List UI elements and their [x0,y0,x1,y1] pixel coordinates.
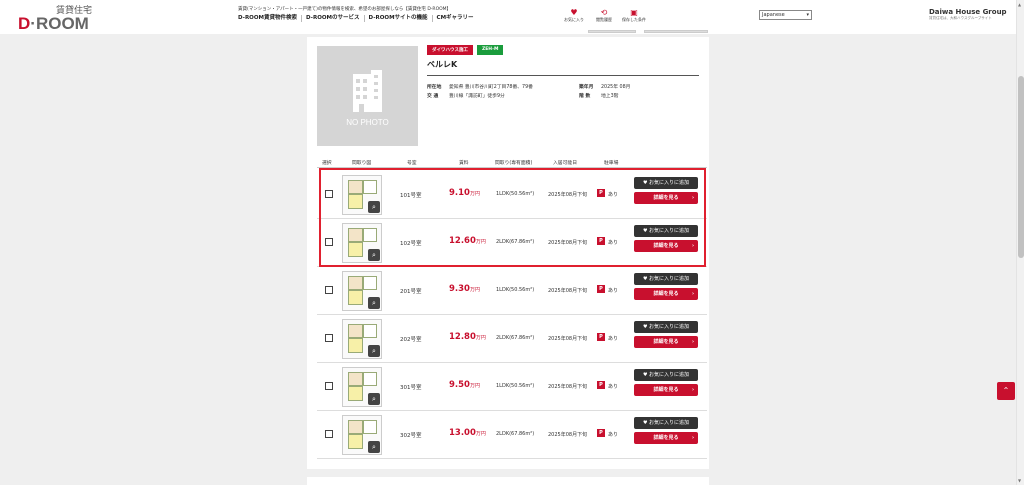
chevron-up-icon: ⌃ [1002,386,1010,395]
parking-icon: P [597,429,605,437]
saved-search-link[interactable]: ▣ 保存した条件 [620,8,648,23]
table-header: 選択 間取り図 号室 賃料 間取り(専有面積) 入居可能日 駐車場 [317,156,707,168]
chevron-right-icon: › [691,387,694,393]
room-number: 302号室 [400,433,422,439]
logo-d: D [18,14,31,33]
layout-area: 2LDK(67.86m²) [496,335,535,341]
site-header: 賃貸住宅 D·ROOM 賃貸(マンション・アパート・一戸建て)の物件情報を検索、… [0,0,1016,34]
move-in-date: 2025年08月下旬 [548,288,588,294]
view-details-button[interactable]: 詳細を見る › [634,336,698,348]
top-button-right[interactable] [644,30,708,33]
room-number: 301号室 [400,385,422,391]
layout-area: 1LDK(50.56m²) [496,383,535,389]
rent-price: 13.00万円 [449,428,486,438]
property-photo: NO PHOTO [317,46,418,146]
zoom-icon[interactable]: ⌕ [368,297,380,309]
row-checkbox[interactable] [325,382,333,390]
heart-icon: ♥ [570,8,578,17]
floors-info: 階 数地上3階 [579,94,619,99]
property-name: ベルレK [427,60,458,69]
parking-status: あり [608,384,619,390]
zoom-icon[interactable]: ⌕ [368,345,380,357]
move-in-date: 2025年08月下旬 [548,336,588,342]
daiwa-house-logo[interactable]: Daiwa House Group 賃貸住宅は、大和ハウスグループサイト [929,8,1007,21]
favorites-link[interactable]: ♥ お気に入り [560,8,588,23]
view-details-button[interactable]: 詳細を見る › [634,384,698,396]
droom-logo[interactable]: 賃貸住宅 D·ROOM [18,3,114,35]
add-favorite-button[interactable]: ♥ お気に入りに追加 [634,321,698,333]
layout-area: 1LDK(50.56m²) [496,287,535,293]
parking-icon: P [597,381,605,389]
table-row: ⌕ 302号室 13.00万円 2LDK(67.86m²) 2025年08月下旬 P あり ♥… [317,411,707,459]
header-icons: ♥ お気に入り ⟲ 閲覧履歴 ▣ 保存した条件 [560,8,650,23]
table-row: ⌕ 201号室 9.30万円 1LDK(50.56m²) 2025年08月下旬 P あり ♥ … [317,267,707,315]
page-top-button[interactable]: ⌃ [997,382,1015,400]
nav-cm-gallery[interactable]: CMギャラリー [433,15,478,22]
site-tagline: 賃貸(マンション・アパート・一戸建て)の物件情報を検索、希望のお部屋探しなら【賃… [238,7,452,12]
rent-price: 9.30万円 [449,284,480,294]
language-select[interactable]: Japanese ▾ [759,10,812,20]
chevron-right-icon: › [691,435,694,441]
row-checkbox[interactable] [325,430,333,438]
title-divider [427,75,699,76]
main-nav: D-ROOM賃貸物件検索 D-ROOMのサービス D-ROOMサイトの機能 CM… [238,15,478,22]
next-property-card [307,477,709,485]
no-photo-label: NO PHOTO [346,118,389,127]
floorplan-thumbnail[interactable]: ⌕ [342,415,382,455]
badge-daiwa-build: ダイワハウス施工 [427,45,473,55]
scroll-up-icon[interactable]: ▲ [1018,2,1021,7]
table-row: ⌕ 301号室 9.50万円 1LDK(50.56m²) 2025年08月下旬 P あり ♥ … [317,363,707,411]
nav-search[interactable]: D-ROOM賃貸物件検索 [238,15,303,22]
access-info: 交 通豊川線「諏訪町」徒歩9分 [427,94,505,99]
add-favorite-button[interactable]: ♥ お気に入りに追加 [634,273,698,285]
page-scrollbar[interactable]: ▲ ▼ [1016,0,1024,485]
floorplan-thumbnail[interactable]: ⌕ [342,271,382,311]
zoom-icon[interactable]: ⌕ [368,441,380,453]
row-checkbox[interactable] [325,334,333,342]
built-info: 築年月 2025年 08月 [579,85,631,90]
room-number: 202号室 [400,337,422,343]
parking-status: あり [608,336,619,342]
building-icon [353,70,382,112]
layout-area: 2LDK(67.86m²) [496,431,535,437]
top-button-left[interactable] [588,30,636,33]
floorplan-thumbnail[interactable]: ⌕ [342,319,382,359]
add-favorite-button[interactable]: ♥ お気に入りに追加 [634,417,698,429]
logo-room: ·ROOM [30,14,89,33]
add-favorite-button[interactable]: ♥ お気に入りに追加 [634,369,698,381]
parking-icon: P [597,285,605,293]
floorplan-thumbnail[interactable]: ⌕ [342,367,382,407]
move-in-date: 2025年08月下旬 [548,384,588,390]
selection-highlight [319,168,706,267]
parking-status: あり [608,432,619,438]
nav-features[interactable]: D-ROOMサイトの機能 [365,15,433,22]
rent-price: 12.80万円 [449,332,486,342]
view-details-button[interactable]: 詳細を見る › [634,432,698,444]
history-icon: ⟲ [600,8,608,17]
zoom-icon[interactable]: ⌕ [368,393,380,405]
history-link[interactable]: ⟲ 閲覧履歴 [590,8,618,23]
view-details-button[interactable]: 詳細を見る › [634,288,698,300]
address-info: 所在地 愛知県 豊川市谷川町2丁目78番、79番 [427,85,533,90]
scrollbar-thumb[interactable] [1018,76,1024,258]
rent-price: 9.50万円 [449,380,480,390]
saved-search-icon: ▣ [630,8,638,17]
chevron-down-icon: ▾ [806,12,809,18]
move-in-date: 2025年08月下旬 [548,432,588,438]
chevron-right-icon: › [691,339,694,345]
property-badges: ダイワハウス施工 ZEH-M [427,45,507,55]
nav-services[interactable]: D-ROOMのサービス [302,15,365,22]
parking-icon: P [597,333,605,341]
parking-status: あり [608,288,619,294]
badge-zeh-m: ZEH-M [476,45,504,55]
chevron-right-icon: › [691,291,694,297]
scroll-down-icon[interactable]: ▼ [1018,478,1021,483]
row-checkbox[interactable] [325,286,333,294]
room-number: 201号室 [400,289,422,295]
table-row: ⌕ 202号室 12.80万円 2LDK(67.86m²) 2025年08月下旬 P あり ♥… [317,315,707,363]
